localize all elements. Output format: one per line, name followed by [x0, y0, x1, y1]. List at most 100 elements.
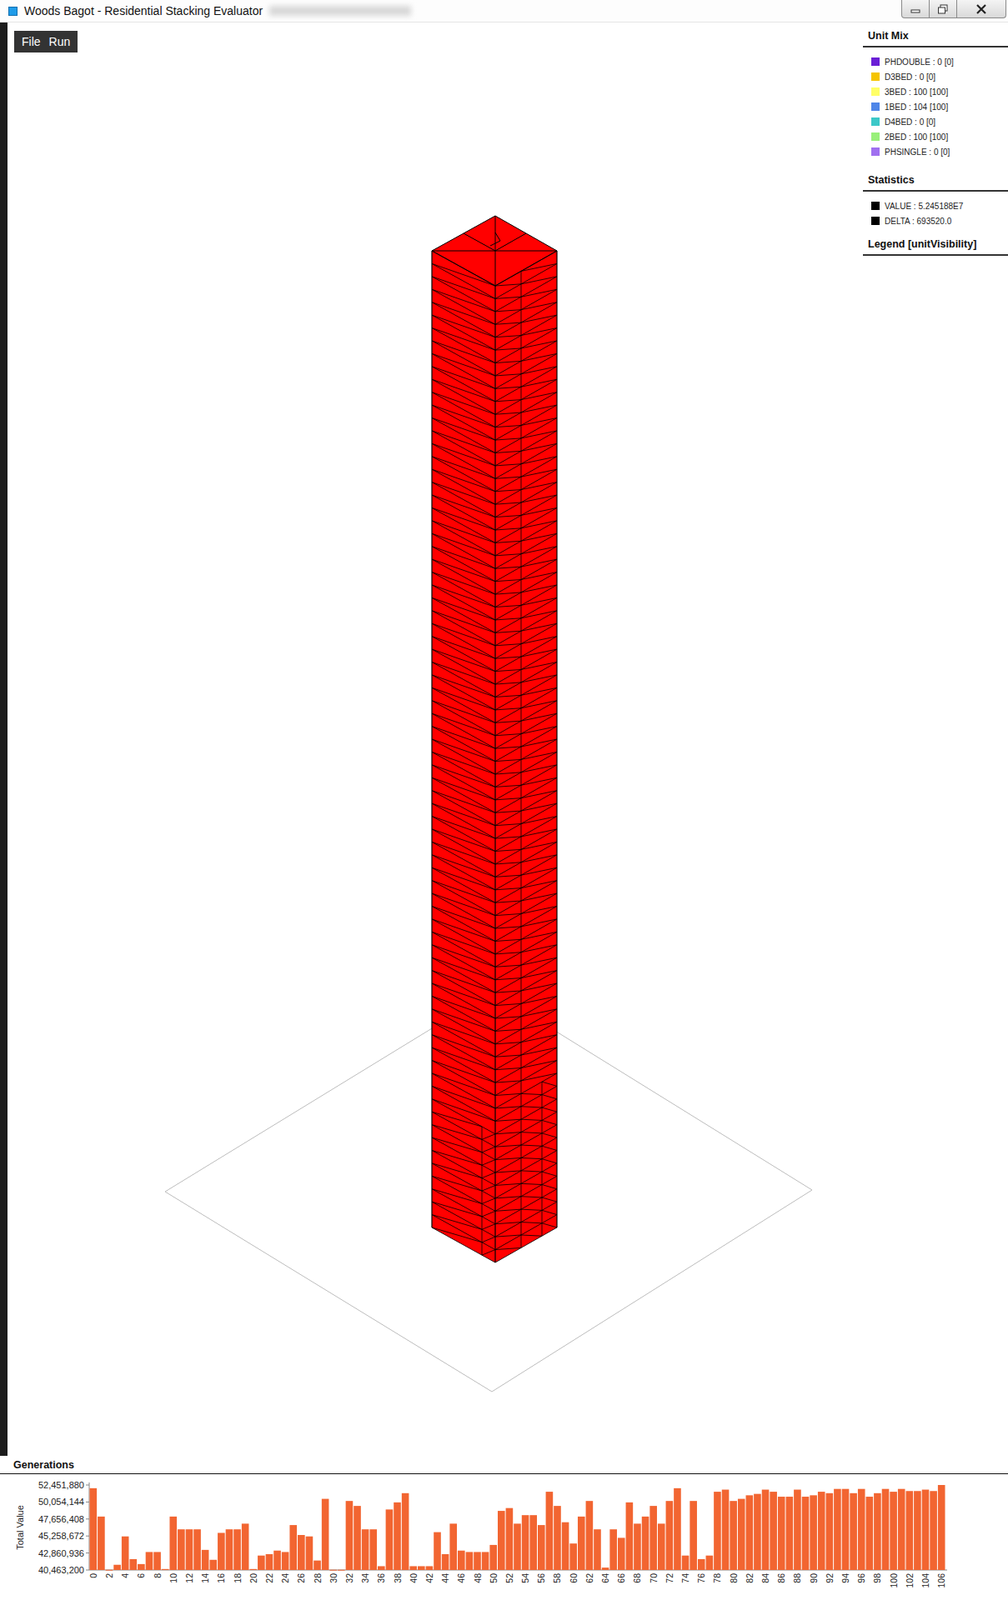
generation-bar[interactable] [729, 1501, 738, 1571]
generation-bar[interactable] [153, 1552, 161, 1571]
generation-bar[interactable] [817, 1492, 826, 1571]
generation-bar[interactable] [649, 1506, 657, 1571]
tower-model[interactable] [431, 215, 557, 1264]
generation-bar[interactable] [586, 1501, 594, 1571]
generation-bar[interactable] [673, 1489, 682, 1571]
generation-bar[interactable] [353, 1506, 362, 1571]
generation-bar[interactable] [657, 1524, 666, 1571]
generation-bar[interactable] [137, 1564, 146, 1571]
generation-bar[interactable] [401, 1494, 410, 1571]
generation-bar[interactable] [289, 1525, 297, 1571]
generation-bar[interactable] [426, 1566, 434, 1571]
minimize-button[interactable] [901, 0, 930, 19]
generation-bar[interactable] [753, 1494, 762, 1571]
generation-bar[interactable] [497, 1511, 506, 1571]
model-canvas[interactable] [7, 22, 863, 1457]
generation-bar[interactable] [409, 1566, 417, 1571]
generation-bar[interactable] [466, 1552, 474, 1571]
generation-bar[interactable] [369, 1529, 377, 1571]
generation-bar[interactable] [929, 1491, 938, 1571]
generation-bar[interactable] [201, 1550, 210, 1571]
generation-bar[interactable] [641, 1517, 650, 1571]
generation-bar[interactable] [393, 1503, 402, 1571]
generation-bar[interactable] [97, 1517, 106, 1571]
generation-bar[interactable] [577, 1517, 586, 1571]
generation-bar[interactable] [897, 1489, 906, 1571]
generation-bar[interactable] [529, 1515, 537, 1571]
generation-bar[interactable] [433, 1533, 442, 1571]
generation-bar[interactable] [666, 1501, 674, 1571]
generation-bar[interactable] [537, 1525, 546, 1571]
generation-bar[interactable] [849, 1494, 858, 1571]
generation-bar[interactable] [129, 1559, 137, 1571]
generation-bar[interactable] [546, 1492, 554, 1571]
generation-bar[interactable] [225, 1529, 234, 1571]
close-button[interactable] [956, 0, 1007, 19]
generation-bar[interactable] [793, 1490, 802, 1571]
generation-bar[interactable] [145, 1552, 154, 1571]
generation-bar[interactable] [906, 1491, 914, 1571]
generation-bar[interactable] [802, 1497, 810, 1571]
generation-bar[interactable] [313, 1561, 321, 1571]
generation-bar[interactable] [193, 1529, 201, 1571]
generation-bar[interactable] [417, 1566, 426, 1571]
generation-bar[interactable] [697, 1559, 706, 1571]
generation-bar[interactable] [457, 1551, 466, 1571]
generation-bar[interactable] [321, 1499, 330, 1571]
menu-item[interactable]: File [17, 32, 46, 51]
generation-bar[interactable] [489, 1545, 497, 1571]
generation-bar[interactable] [746, 1495, 754, 1571]
generation-bar[interactable] [241, 1524, 250, 1571]
generation-bar[interactable] [633, 1524, 642, 1571]
generation-bar[interactable] [922, 1490, 930, 1571]
generation-bar[interactable] [553, 1506, 562, 1571]
generation-bar[interactable] [209, 1560, 217, 1571]
generation-bar[interactable] [249, 1569, 257, 1571]
generation-bar[interactable] [257, 1556, 266, 1571]
generation-bar[interactable] [90, 1489, 98, 1571]
generation-bar[interactable] [769, 1492, 778, 1571]
generation-bar[interactable] [449, 1524, 457, 1571]
generation-bar[interactable] [561, 1523, 570, 1571]
generation-bar[interactable] [481, 1552, 490, 1571]
generation-bar[interactable] [506, 1509, 514, 1571]
generation-bar[interactable] [809, 1495, 818, 1571]
generation-bar[interactable] [569, 1544, 577, 1571]
generation-bar[interactable] [185, 1529, 194, 1571]
generation-bar[interactable] [233, 1529, 241, 1571]
generation-bar[interactable] [473, 1552, 482, 1571]
generation-bar[interactable] [937, 1485, 946, 1571]
generation-bar[interactable] [689, 1501, 698, 1571]
generation-bar[interactable] [161, 1569, 170, 1571]
generation-bar[interactable] [265, 1554, 274, 1571]
generation-bar[interactable] [682, 1556, 690, 1571]
generation-bar[interactable] [722, 1490, 730, 1571]
generation-bar[interactable] [441, 1554, 450, 1571]
generation-bar[interactable] [305, 1537, 314, 1571]
generation-bar[interactable] [113, 1565, 121, 1571]
generation-bar[interactable] [177, 1529, 186, 1571]
generation-bar[interactable] [626, 1503, 634, 1571]
generation-bar[interactable] [361, 1529, 370, 1571]
generation-bar[interactable] [601, 1568, 610, 1571]
generation-bar[interactable] [273, 1551, 281, 1571]
generation-bar[interactable] [889, 1492, 898, 1571]
generation-bar[interactable] [297, 1535, 306, 1571]
generation-bar[interactable] [105, 1570, 114, 1572]
generation-bar[interactable] [377, 1566, 386, 1571]
generation-bar[interactable] [329, 1570, 337, 1572]
generation-bar[interactable] [713, 1492, 722, 1571]
generation-bar[interactable] [857, 1489, 866, 1571]
generation-bar[interactable] [386, 1509, 394, 1571]
generation-bar[interactable] [737, 1499, 746, 1571]
generation-bar[interactable] [842, 1489, 850, 1571]
generation-bar[interactable] [833, 1489, 842, 1571]
generation-bar[interactable] [913, 1491, 922, 1571]
generation-bar[interactable] [786, 1497, 794, 1571]
generation-bar[interactable] [609, 1529, 617, 1571]
generation-bar[interactable] [866, 1497, 874, 1571]
generation-bar[interactable] [826, 1494, 834, 1571]
generation-bar[interactable] [217, 1533, 226, 1571]
generation-bar[interactable] [337, 1570, 346, 1572]
generation-bar[interactable] [882, 1489, 890, 1571]
